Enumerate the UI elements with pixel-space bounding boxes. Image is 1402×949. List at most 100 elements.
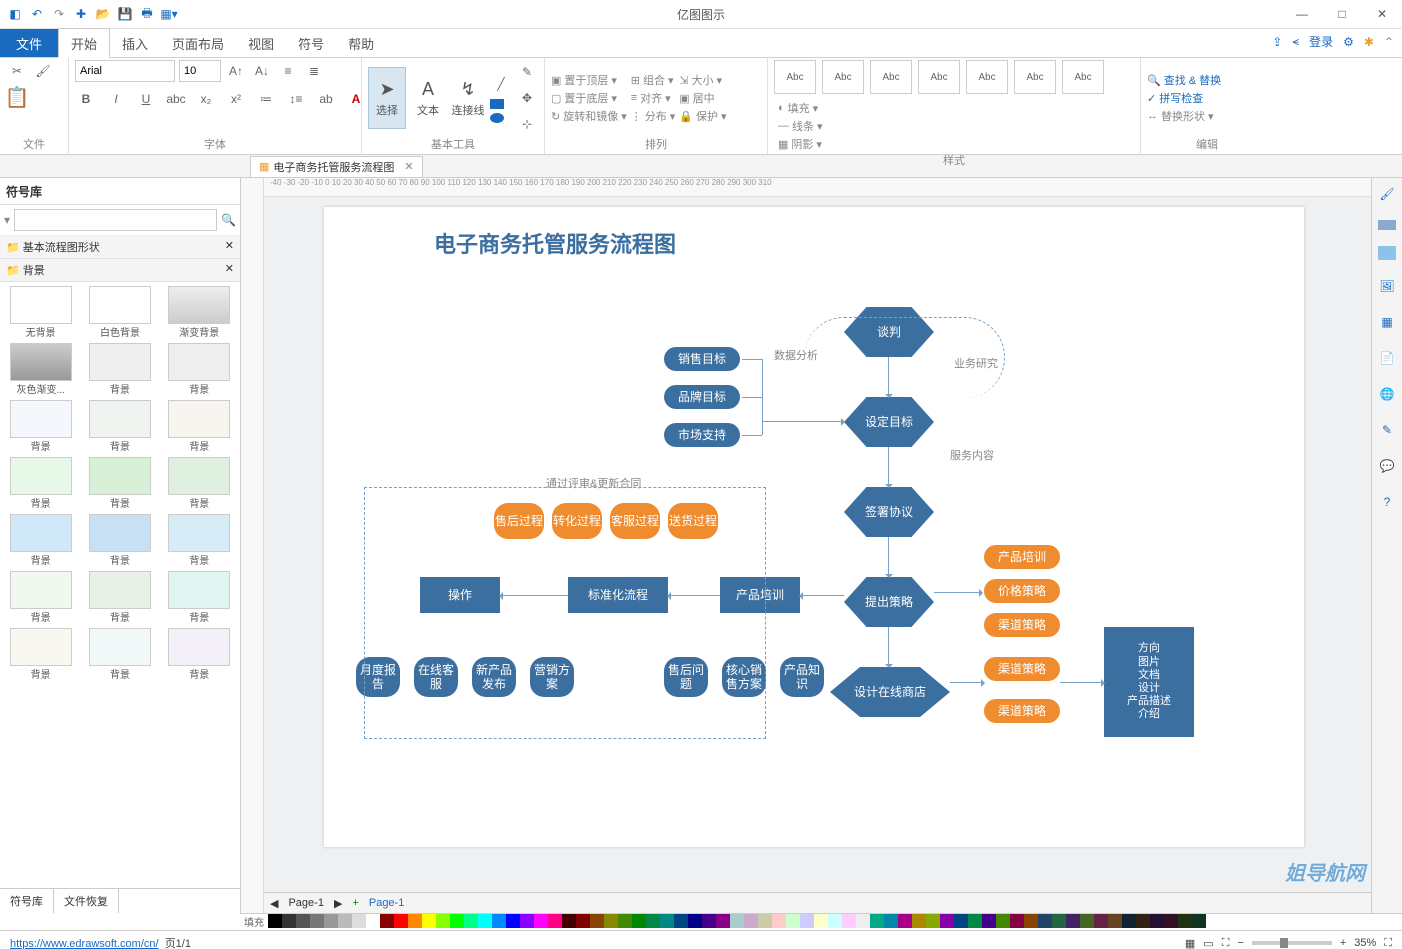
image-icon[interactable]: 🖼 — [1377, 276, 1397, 296]
qat-new-icon[interactable]: ✚ — [72, 5, 90, 23]
help-icon[interactable]: ? — [1377, 492, 1397, 512]
sidebar-foot-tab-1[interactable]: 符号库 — [0, 889, 54, 913]
color-swatch[interactable] — [1108, 914, 1122, 928]
color-swatch[interactable] — [1052, 914, 1066, 928]
node-product-knowledge[interactable]: 产品知识 — [780, 657, 824, 697]
color-swatch[interactable] — [352, 914, 366, 928]
rotate-button[interactable]: ↻ 旋转和镜像 ▾ — [551, 108, 627, 124]
page-nav-right-icon[interactable]: ▶ — [334, 897, 342, 910]
format-painter-icon[interactable]: 🖌 — [1377, 184, 1397, 204]
crop-tool-icon[interactable]: ✥ — [516, 87, 538, 109]
logo-icon[interactable]: ✱ — [1364, 35, 1374, 49]
qat-open-icon[interactable]: 📂 — [94, 5, 112, 23]
node-brand-goal[interactable]: 品牌目标 — [664, 385, 740, 409]
zoom-out-icon[interactable]: − — [1237, 937, 1243, 949]
zoom-in-icon[interactable]: + — [1340, 937, 1346, 949]
view-grid-icon[interactable]: ▦ — [1185, 937, 1195, 949]
document-tab[interactable]: ▦ 电子商务托管服务流程图 ✕ — [250, 156, 423, 177]
bg-thumb[interactable]: 背景 — [167, 628, 231, 681]
canvas-page[interactable]: 电子商务托管服务流程图 谈判 设定目标 签署协议 提出策略 设计在线商店 销售目… — [264, 197, 1371, 892]
node-sign[interactable]: 签署协议 — [844, 487, 934, 537]
font-name-input[interactable] — [75, 60, 175, 82]
bg-thumb[interactable]: 背景 — [167, 400, 231, 453]
tab-symbol[interactable]: 符号 — [286, 29, 336, 57]
color-swatch[interactable] — [408, 914, 422, 928]
color-swatch[interactable] — [772, 914, 786, 928]
page-tab[interactable]: Page-1 — [288, 897, 323, 909]
color-swatch[interactable] — [310, 914, 324, 928]
increase-font-icon[interactable]: A↑ — [225, 60, 247, 82]
bg-thumb[interactable]: 背景 — [9, 457, 73, 510]
bg-thumb[interactable]: 背景 — [88, 571, 152, 624]
color-swatch[interactable] — [800, 914, 814, 928]
color-swatch[interactable] — [576, 914, 590, 928]
lock-button[interactable]: 🔒 保护 ▾ — [679, 108, 726, 124]
tab-view[interactable]: 视图 — [236, 29, 286, 57]
color-swatch[interactable] — [1024, 914, 1038, 928]
color-swatch[interactable] — [954, 914, 968, 928]
color-swatch[interactable] — [1164, 914, 1178, 928]
layers-icon[interactable]: ▦ — [1377, 312, 1397, 332]
tab-layout[interactable]: 页面布局 — [160, 29, 236, 57]
color-swatch[interactable] — [926, 914, 940, 928]
file-tab[interactable]: 文件 — [0, 29, 58, 57]
settings-icon[interactable]: ⚙ — [1343, 35, 1354, 49]
color-swatch[interactable] — [702, 914, 716, 928]
qat-more-icon[interactable]: ▦▾ — [160, 5, 178, 23]
style-preset-1[interactable]: Abc — [774, 60, 816, 94]
collapse-ribbon-icon[interactable]: ⌃ — [1384, 35, 1394, 49]
color-swatch[interactable] — [366, 914, 380, 928]
bg-thumb[interactable]: 背景 — [9, 514, 73, 567]
color-swatch[interactable] — [814, 914, 828, 928]
color-swatch[interactable] — [1038, 914, 1052, 928]
page-add-icon[interactable]: + — [352, 897, 358, 909]
color-swatch[interactable] — [394, 914, 408, 928]
underline-icon[interactable]: U — [135, 88, 157, 110]
color-swatch[interactable] — [940, 914, 954, 928]
color-swatch[interactable] — [590, 914, 604, 928]
color-swatch[interactable] — [968, 914, 982, 928]
fill-button[interactable]: ◐ 填充 ▾ — [778, 100, 823, 116]
bold-icon[interactable]: B — [75, 88, 97, 110]
select-tool[interactable]: ➤选择 — [368, 67, 406, 129]
color-swatch[interactable] — [268, 914, 282, 928]
zoom-slider[interactable] — [1252, 941, 1332, 945]
node-channel-strategy-3[interactable]: 渠道策略 — [984, 699, 1060, 723]
color-swatch[interactable] — [996, 914, 1010, 928]
color-swatch[interactable] — [562, 914, 576, 928]
node-channel-strategy[interactable]: 渠道策略 — [984, 613, 1060, 637]
color-swatch[interactable] — [1178, 914, 1192, 928]
size-button[interactable]: ⇲ 大小 ▾ — [679, 72, 726, 88]
qat-undo-icon[interactable]: ↶ — [28, 5, 46, 23]
edit-panel-icon[interactable]: ✎ — [1377, 420, 1397, 440]
color-swatch[interactable] — [618, 914, 632, 928]
tab-insert[interactable]: 插入 — [110, 29, 160, 57]
page-nav-left-icon[interactable]: ◀ — [270, 897, 278, 910]
color-swatch[interactable] — [436, 914, 450, 928]
qat-save-icon[interactable]: 💾 — [116, 5, 134, 23]
color-swatch[interactable] — [716, 914, 730, 928]
strike-icon[interactable]: abc — [165, 88, 187, 110]
color-swatch[interactable] — [1094, 914, 1108, 928]
bg-thumb[interactable]: 背景 — [167, 571, 231, 624]
style-preset-7[interactable]: Abc — [1062, 60, 1104, 94]
color-swatch[interactable] — [870, 914, 884, 928]
color-swatch[interactable] — [338, 914, 352, 928]
cloud-icon[interactable]: 🌐 — [1377, 384, 1397, 404]
sidebar-category-1[interactable]: 📁 基本流程图形状✕ — [0, 236, 240, 259]
minimize-button[interactable]: — — [1282, 0, 1322, 28]
close-button[interactable]: ✕ — [1362, 0, 1402, 28]
color-swatch[interactable] — [856, 914, 870, 928]
color-swatch[interactable] — [296, 914, 310, 928]
sup-icon[interactable]: x² — [225, 88, 247, 110]
pen-tool-icon[interactable]: ✎ — [516, 61, 538, 83]
color-swatch[interactable] — [478, 914, 492, 928]
node-info-box[interactable]: 方向 图片 文档 设计 产品描述 介绍 — [1104, 627, 1194, 737]
color-swatch[interactable] — [758, 914, 772, 928]
find-replace-button[interactable]: 🔍 查找 & 替换 — [1147, 72, 1221, 88]
node-design-shop[interactable]: 设计在线商店 — [830, 667, 950, 717]
color-swatch[interactable] — [534, 914, 548, 928]
view-single-icon[interactable]: ▭ — [1203, 937, 1213, 949]
style-preset-2[interactable]: Abc — [822, 60, 864, 94]
sub-icon[interactable]: x₂ — [195, 88, 217, 110]
